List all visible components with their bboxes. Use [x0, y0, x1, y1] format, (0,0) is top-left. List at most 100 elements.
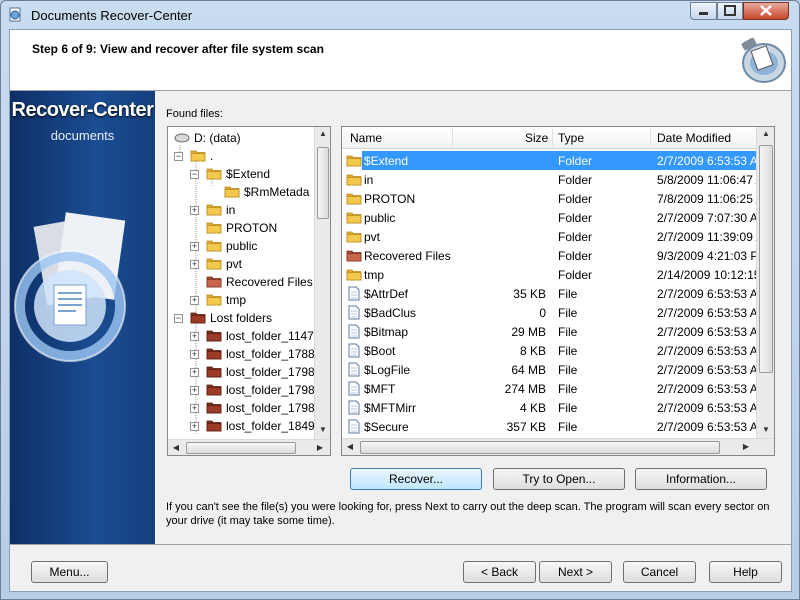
tree-node[interactable]: + in	[168, 201, 316, 219]
list-row[interactable]: $Bitmap 29 MB File 2/7/2009 6:53:53 A	[342, 322, 757, 341]
tree-node[interactable]: − $Extend	[168, 165, 316, 183]
expand-icon[interactable]: +	[190, 296, 199, 305]
maximize-button[interactable]	[717, 2, 743, 20]
list-row[interactable]: pvt Folder 2/7/2009 11:39:09 A	[342, 227, 757, 246]
cell-date: 2/7/2009 6:53:53 A	[657, 420, 757, 434]
list-row[interactable]: $Secure 357 KB File 2/7/2009 6:53:53 A	[342, 417, 757, 436]
tree-vertical-scrollbar[interactable]: ▲ ▼	[314, 127, 330, 439]
cell-date: 2/7/2009 6:53:53 A	[657, 363, 757, 377]
expand-icon[interactable]: +	[190, 422, 199, 431]
expand-icon[interactable]: +	[190, 386, 199, 395]
list-row[interactable]: tmp Folder 2/14/2009 10:12:15	[342, 265, 757, 284]
cell-date: 2/14/2009 10:12:15	[657, 268, 757, 282]
cell-date: 2/7/2009 7:07:30 A	[657, 211, 757, 225]
folder-icon	[206, 168, 222, 180]
list-row[interactable]: Recovered Files Folder 9/3/2009 4:21:03 P	[342, 246, 757, 265]
list-row[interactable]: in Folder 5/8/2009 11:06:47 A	[342, 170, 757, 189]
column-header-date[interactable]: Date Modified	[657, 131, 731, 145]
wizard-client: Step 6 of 9: View and recover after file…	[9, 29, 792, 592]
list-vertical-scrollbar[interactable]: ▲ ▼	[756, 127, 774, 438]
expand-icon[interactable]: +	[190, 260, 199, 269]
recover-button[interactable]: Recover...	[350, 468, 482, 490]
tree-node[interactable]: + public	[168, 237, 316, 255]
cell-size: 357 KB	[506, 420, 546, 434]
list-row[interactable]: $AttrDef 35 KB File 2/7/2009 6:53:53 A	[342, 284, 757, 303]
column-separator[interactable]	[452, 129, 453, 146]
cell-size: 4 KB	[519, 401, 546, 415]
scroll-down-icon[interactable]: ▼	[315, 425, 330, 434]
minimize-button[interactable]	[690, 2, 717, 20]
tree-node[interactable]: + lost_folder_1849	[168, 417, 316, 435]
column-separator[interactable]	[552, 129, 553, 146]
scroll-left-icon[interactable]: ◀	[170, 443, 182, 452]
close-button[interactable]	[743, 2, 789, 20]
scroll-down-icon[interactable]: ▼	[757, 425, 774, 434]
expand-icon[interactable]: +	[190, 332, 199, 341]
cell-type: Folder	[558, 230, 593, 244]
title-bar[interactable]: Documents Recover-Center	[1, 1, 799, 29]
expand-icon[interactable]: +	[190, 404, 199, 413]
scroll-thumb[interactable]	[186, 442, 296, 454]
collapse-icon[interactable]: −	[190, 170, 199, 179]
cancel-button[interactable]: Cancel	[623, 561, 696, 583]
cell-date: 2/7/2009 6:53:53 A	[657, 287, 757, 301]
list-row[interactable]: PROTON Folder 7/8/2009 11:06:25 A	[342, 189, 757, 208]
list-row[interactable]: $MFT 274 MB File 2/7/2009 6:53:53 A	[342, 379, 757, 398]
scroll-right-icon[interactable]: ▶	[314, 443, 326, 452]
help-button[interactable]: Help	[709, 561, 782, 583]
expand-icon[interactable]: +	[190, 368, 199, 377]
list-row[interactable]: $Extend Folder 2/7/2009 6:53:53 A	[342, 151, 757, 170]
file-icon	[348, 419, 360, 434]
scroll-up-icon[interactable]: ▲	[315, 129, 330, 138]
file-icon	[348, 286, 360, 301]
scroll-left-icon[interactable]: ◀	[344, 442, 356, 451]
menu-button[interactable]: Menu...	[31, 561, 108, 583]
scroll-thumb[interactable]	[317, 147, 329, 219]
list-horizontal-scrollbar[interactable]: ◀ ▶	[342, 438, 774, 455]
back-button[interactable]: < Back	[463, 561, 536, 583]
list-row[interactable]: $LogFile 64 MB File 2/7/2009 6:53:53 A	[342, 360, 757, 379]
collapse-icon[interactable]: −	[174, 152, 183, 161]
scroll-thumb[interactable]	[360, 441, 720, 454]
tree-node[interactable]: Recovered Files	[168, 273, 316, 291]
tree-node[interactable]: PROTON	[168, 219, 316, 237]
tree-node[interactable]: + lost_folder_1147	[168, 327, 316, 345]
scroll-right-icon[interactable]: ▶	[740, 442, 752, 451]
column-separator[interactable]	[650, 129, 651, 146]
folder-icon	[346, 269, 362, 281]
expand-icon[interactable]: +	[190, 350, 199, 359]
tree-horizontal-scrollbar[interactable]: ◀ ▶	[168, 439, 330, 455]
folder-tree[interactable]: D: (data) −. − $Extend $RmMetada + in PROTON + pu…	[167, 126, 331, 456]
list-row[interactable]: public Folder 2/7/2009 7:07:30 A	[342, 208, 757, 227]
cell-size: 29 MB	[511, 325, 546, 339]
next-button[interactable]: Next >	[539, 561, 612, 583]
tree-node[interactable]: − Lost folders	[168, 309, 316, 327]
list-row[interactable]: $BadClus 0 File 2/7/2009 6:53:53 A	[342, 303, 757, 322]
scroll-thumb[interactable]	[759, 145, 773, 373]
expand-icon[interactable]: +	[190, 206, 199, 215]
cell-size: 35 KB	[513, 287, 546, 301]
tree-node[interactable]: + lost_folder_1798	[168, 399, 316, 417]
tree-node[interactable]: + lost_folder_1788	[168, 345, 316, 363]
scroll-up-icon[interactable]: ▲	[757, 129, 774, 138]
folder-icon	[206, 240, 222, 252]
file-list[interactable]: Name Size Type Date Modified $Extend Fold…	[341, 126, 775, 456]
folder-icon	[346, 155, 362, 167]
list-row[interactable]: $Boot 8 KB File 2/7/2009 6:53:53 A	[342, 341, 757, 360]
expand-icon[interactable]: +	[190, 242, 199, 251]
collapse-icon[interactable]: −	[174, 314, 183, 323]
list-row[interactable]: $MFTMirr 4 KB File 2/7/2009 6:53:53 A	[342, 398, 757, 417]
information-button[interactable]: Information...	[635, 468, 767, 490]
tree-node[interactable]: + tmp	[168, 291, 316, 309]
tree-node[interactable]: + lost_folder_1798	[168, 363, 316, 381]
column-header-name[interactable]: Name	[350, 131, 382, 145]
tree-node[interactable]: + pvt	[168, 255, 316, 273]
column-header-size[interactable]: Size	[525, 131, 548, 145]
cell-type: File	[558, 363, 578, 377]
tree-node[interactable]: + lost_folder_1798	[168, 381, 316, 399]
tree-node[interactable]: D: (data)	[168, 129, 316, 147]
try-to-open-button[interactable]: Try to Open...	[493, 468, 625, 490]
tree-node[interactable]: −.	[168, 147, 316, 165]
column-header-type[interactable]: Type	[558, 131, 584, 145]
tree-node[interactable]: $RmMetada	[168, 183, 316, 201]
